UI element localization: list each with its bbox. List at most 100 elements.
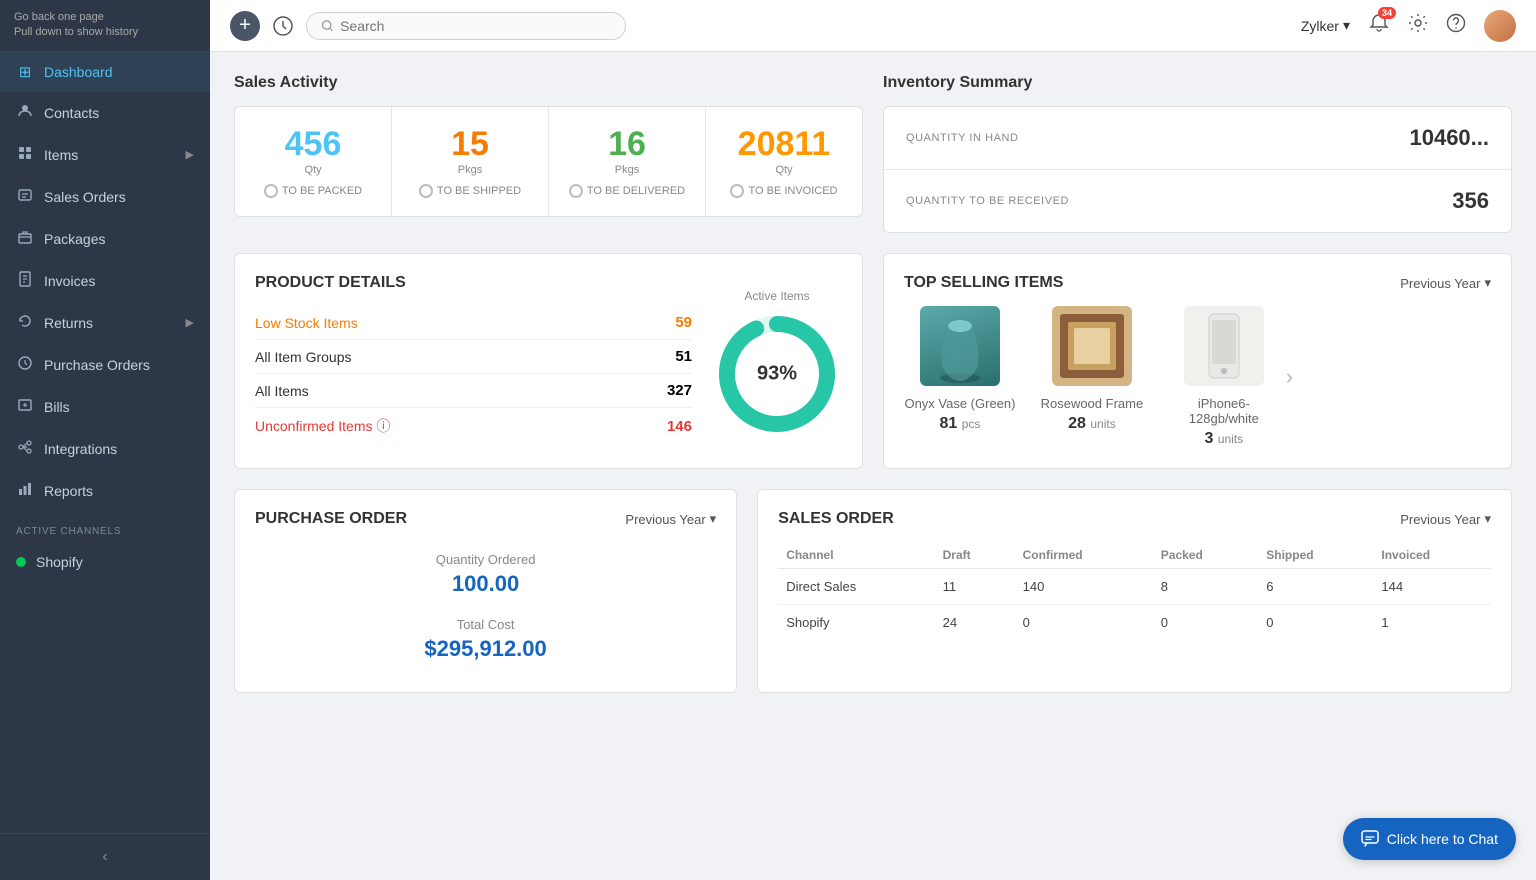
dashboard-middle: PRODUCT DETAILS Low Stock Items 59 All I…	[234, 253, 1512, 469]
returns-icon	[16, 313, 34, 333]
vase-svg	[920, 306, 1000, 386]
donut-label: Active Items	[744, 289, 809, 303]
row-shopify-confirmed: 0	[1015, 605, 1153, 641]
row-direct-confirmed: 140	[1015, 569, 1153, 605]
donut-center: 93%	[757, 363, 797, 386]
sidebar-item-label: Shopify	[36, 554, 83, 570]
items-icon	[16, 145, 34, 165]
carousel-next-button[interactable]: ›	[1286, 364, 1293, 390]
packed-status: TO BE PACKED	[251, 184, 375, 198]
sidebar-item-label: Invoices	[44, 273, 95, 289]
shipped-status-icon	[419, 184, 433, 198]
back-label: Go back one page Pull down to show histo…	[14, 11, 138, 38]
sales-card-packed[interactable]: 456 Qty TO BE PACKED	[235, 107, 392, 216]
reports-icon	[16, 481, 34, 501]
content-area: Sales Activity 456 Qty TO BE PACKED 15 P…	[210, 52, 1536, 880]
sidebar-item-purchase-orders[interactable]: Purchase Orders	[0, 344, 210, 386]
product-details-panel: PRODUCT DETAILS Low Stock Items 59 All I…	[234, 253, 863, 469]
sidebar: Go back one page Pull down to show histo…	[0, 0, 210, 880]
po-qty-label: Quantity Ordered	[255, 552, 716, 567]
all-items-label: All Items	[255, 383, 309, 399]
sales-order-period[interactable]: Previous Year ▾	[1400, 511, 1491, 527]
frame-name: Rosewood Frame	[1036, 396, 1148, 411]
bills-icon	[16, 397, 34, 417]
sidebar-item-label: Integrations	[44, 441, 117, 457]
sidebar-item-packages[interactable]: Packages	[0, 218, 210, 260]
invoiced-value: 20811	[722, 125, 846, 164]
sidebar-item-invoices[interactable]: Invoices	[0, 260, 210, 302]
shopify-dot	[16, 557, 26, 567]
sidebar-item-reports[interactable]: Reports	[0, 470, 210, 512]
sidebar-item-dashboard[interactable]: ⊞ Dashboard	[0, 52, 210, 92]
help-button[interactable]	[1446, 13, 1466, 38]
sidebar-item-shopify[interactable]: Shopify	[0, 543, 210, 581]
sales-card-invoiced[interactable]: 20811 Qty TO BE INVOICED	[706, 107, 862, 216]
row-direct-draft: 11	[935, 569, 1015, 605]
notifications-button[interactable]: 34	[1368, 12, 1390, 40]
vase-name: Onyx Vase (Green)	[904, 396, 1016, 411]
all-items-value: 327	[667, 382, 692, 399]
sidebar-item-returns[interactable]: Returns ▶	[0, 302, 210, 344]
product-row-low-stock[interactable]: Low Stock Items 59	[255, 306, 692, 340]
sidebar-item-contacts[interactable]: Contacts	[0, 92, 210, 134]
sidebar-item-label: Purchase Orders	[44, 357, 150, 373]
po-qty-value: 100.00	[255, 571, 716, 597]
search-input[interactable]	[340, 18, 611, 34]
invoices-icon	[16, 271, 34, 291]
row-shopify-packed: 0	[1153, 605, 1258, 641]
po-cost-label: Total Cost	[255, 617, 716, 632]
frame-count: 28 units	[1036, 415, 1148, 433]
row-direct-invoiced: 144	[1373, 569, 1491, 605]
sales-card-delivered[interactable]: 16 Pkgs TO BE DELIVERED	[549, 107, 706, 216]
topbar-right: Zylker ▾ 34	[1301, 10, 1516, 42]
frame-svg	[1052, 306, 1132, 386]
invoiced-status: TO BE INVOICED	[722, 184, 846, 198]
packed-status-icon	[264, 184, 278, 198]
search-icon	[321, 19, 334, 33]
delivered-unit: Pkgs	[565, 164, 689, 176]
history-button[interactable]	[272, 15, 294, 37]
purchase-order-period[interactable]: Previous Year ▾	[625, 511, 716, 527]
table-header-row: Channel Draft Confirmed Packed Shipped I…	[778, 542, 1491, 569]
main-content: + Zylker ▾ 34	[210, 0, 1536, 880]
username[interactable]: Zylker ▾	[1301, 17, 1350, 34]
col-confirmed: Confirmed	[1015, 542, 1153, 569]
row-shopify-invoiced: 1	[1373, 605, 1491, 641]
row-shopify-channel: Shopify	[778, 605, 934, 641]
dashboard-bottom: PURCHASE ORDER Previous Year ▾ Quantity …	[234, 489, 1512, 693]
avatar[interactable]	[1484, 10, 1516, 42]
sidebar-item-bills[interactable]: Bills	[0, 386, 210, 428]
row-shopify-shipped: 0	[1258, 605, 1373, 641]
inventory-hand-label: QUANTITY IN HAND	[906, 132, 1019, 144]
sidebar-item-label: Returns	[44, 315, 93, 331]
sidebar-item-items[interactable]: Items ▶	[0, 134, 210, 176]
shipped-status: TO BE SHIPPED	[408, 184, 532, 198]
search-bar[interactable]	[306, 12, 626, 40]
add-button[interactable]: +	[230, 11, 260, 41]
sidebar-item-integrations[interactable]: Integrations	[0, 428, 210, 470]
settings-button[interactable]	[1408, 13, 1428, 38]
sales-card-shipped[interactable]: 15 Pkgs TO BE SHIPPED	[392, 107, 549, 216]
top-selling-header: TOP SELLING ITEMS Previous Year ▾	[904, 274, 1491, 292]
delivered-status: TO BE DELIVERED	[565, 184, 689, 198]
sidebar-item-sales-orders[interactable]: Sales Orders	[0, 176, 210, 218]
frame-image	[1052, 306, 1132, 386]
chat-button[interactable]: Click here to Chat	[1343, 818, 1516, 860]
sidebar-collapse-button[interactable]: ‹	[0, 833, 210, 880]
sales-orders-icon	[16, 187, 34, 207]
product-row-unconfirmed[interactable]: Unconfirmed Items ⓘ 146	[255, 408, 692, 444]
col-packed: Packed	[1153, 542, 1258, 569]
returns-arrow: ▶	[186, 316, 194, 329]
low-stock-label: Low Stock Items	[255, 315, 358, 331]
low-stock-value: 59	[675, 314, 692, 331]
inventory-summary-title: Inventory Summary	[883, 74, 1512, 92]
inventory-hand-value: 10460...	[1409, 125, 1489, 151]
back-button[interactable]: Go back one page Pull down to show histo…	[0, 0, 210, 52]
top-selling-item-vase: Onyx Vase (Green) 81 pcs	[904, 306, 1016, 448]
item-groups-label: All Item Groups	[255, 349, 351, 365]
top-selling-period[interactable]: Previous Year ▾	[1400, 275, 1491, 291]
integrations-icon	[16, 439, 34, 459]
sales-cards: 456 Qty TO BE PACKED 15 Pkgs TO BE SHIPP…	[234, 106, 863, 217]
inventory-summary-section: Inventory Summary QUANTITY IN HAND 10460…	[883, 74, 1512, 233]
product-details-title: PRODUCT DETAILS	[255, 274, 692, 292]
